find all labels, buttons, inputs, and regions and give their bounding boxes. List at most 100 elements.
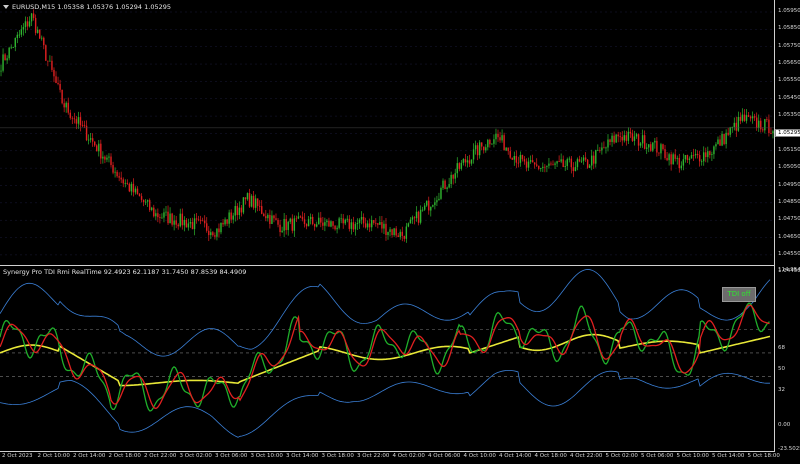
- candle-body: [733, 122, 735, 127]
- price-chart[interactable]: [0, 0, 800, 264]
- candle-body: [75, 119, 78, 124]
- candle-body: [256, 198, 259, 206]
- candle-body: [464, 159, 467, 163]
- candle-body: [234, 206, 236, 216]
- candle-body: [122, 179, 124, 184]
- candle-body: [106, 157, 108, 160]
- candle-body: [377, 223, 379, 225]
- candle-body: [289, 218, 291, 222]
- candle-body: [645, 147, 648, 149]
- candle-body: [39, 29, 41, 39]
- candle-body: [148, 200, 151, 210]
- candle-body: [336, 227, 338, 230]
- candle-body: [238, 207, 241, 216]
- candle-body: [694, 153, 697, 156]
- candle-body: [293, 218, 296, 231]
- candle-body: [717, 139, 719, 145]
- time-tick-label: 3 Oct 18:00: [321, 453, 354, 459]
- candle-body: [749, 116, 752, 119]
- candle-body: [613, 135, 615, 143]
- upper-volatility-band: [0, 269, 771, 357]
- candle-body: [316, 224, 318, 227]
- candle-body: [112, 165, 114, 173]
- candle-body: [356, 222, 359, 225]
- candle-body: [523, 159, 526, 162]
- price-tick-label: 1.05650: [778, 60, 800, 67]
- indicator-tick-label: 0.00: [778, 422, 791, 428]
- candle-body: [305, 224, 308, 227]
- candle-body: [672, 154, 674, 165]
- candle-body: [487, 139, 489, 148]
- candle-body: [124, 182, 126, 184]
- candle-body: [546, 165, 548, 167]
- candle-body: [698, 155, 701, 162]
- candle-body: [344, 219, 346, 224]
- candle-body: [185, 219, 188, 228]
- candle-body: [499, 137, 501, 141]
- candle-body: [110, 156, 112, 166]
- candle-body: [654, 140, 656, 143]
- price-tick-label: 1.04650: [778, 233, 800, 240]
- candle-body: [126, 182, 129, 184]
- candle-body: [57, 83, 59, 85]
- candle-body: [63, 103, 65, 108]
- candle-body: [670, 154, 672, 165]
- indicator-tick-label: 68: [778, 345, 785, 351]
- candle-body: [419, 209, 422, 223]
- candle-body: [32, 13, 35, 18]
- candle-body: [16, 34, 19, 38]
- candle-body: [625, 135, 628, 141]
- candle-body: [432, 205, 434, 207]
- candle-body: [20, 29, 23, 35]
- candle-body: [568, 158, 571, 160]
- candle-body: [542, 166, 544, 169]
- candle-body: [191, 222, 194, 230]
- candle-body: [558, 161, 560, 163]
- candle-body: [507, 147, 509, 152]
- main-chart-title: EURUSD,M15 1.05358 1.05376 1.05294 1.052…: [3, 3, 171, 11]
- candle-body: [167, 211, 169, 224]
- candle-body: [544, 166, 546, 168]
- candle-body: [538, 165, 540, 169]
- candle-body: [440, 187, 442, 199]
- candle-body: [236, 206, 239, 216]
- candle-body: [371, 220, 373, 228]
- candle-body: [59, 84, 61, 90]
- candle-body: [493, 139, 495, 144]
- candle-body: [47, 60, 49, 62]
- candle-body: [668, 154, 670, 161]
- candle-body: [311, 216, 314, 225]
- tdi-indicator-chart[interactable]: [0, 266, 800, 451]
- candle-body: [252, 195, 255, 208]
- candle-body: [328, 220, 330, 227]
- tdi-toggle-button[interactable]: TDI off: [722, 287, 756, 302]
- candle-body: [505, 147, 507, 151]
- dropdown-triangle-icon[interactable]: [3, 5, 9, 9]
- candle-body: [466, 160, 469, 163]
- candle-body: [216, 228, 218, 237]
- candle-body: [307, 219, 310, 227]
- candle-body: [313, 224, 316, 227]
- candle-body: [28, 21, 31, 27]
- candle-body: [619, 136, 621, 138]
- price-tick-label: 1.05350: [778, 112, 800, 119]
- candle-body: [87, 139, 90, 141]
- candle-body: [77, 117, 80, 124]
- candle-body: [299, 216, 302, 218]
- candle-body: [428, 200, 430, 211]
- market-base-line: [0, 333, 771, 387]
- candle-body: [222, 222, 224, 225]
- price-tick-label: 1.04750: [778, 216, 800, 223]
- time-tick-label: 5 Oct 18:00: [747, 453, 780, 459]
- candle-body: [574, 167, 577, 172]
- candle-body: [753, 116, 756, 118]
- candle-body: [725, 132, 727, 145]
- candle-body: [684, 154, 687, 160]
- candle-body: [423, 205, 426, 210]
- candle-body: [81, 125, 84, 126]
- candle-body: [540, 168, 542, 169]
- indicator-tick-label: 32: [778, 387, 785, 393]
- candle-body: [301, 216, 304, 220]
- candle-body: [248, 193, 251, 207]
- candle-body: [680, 165, 683, 169]
